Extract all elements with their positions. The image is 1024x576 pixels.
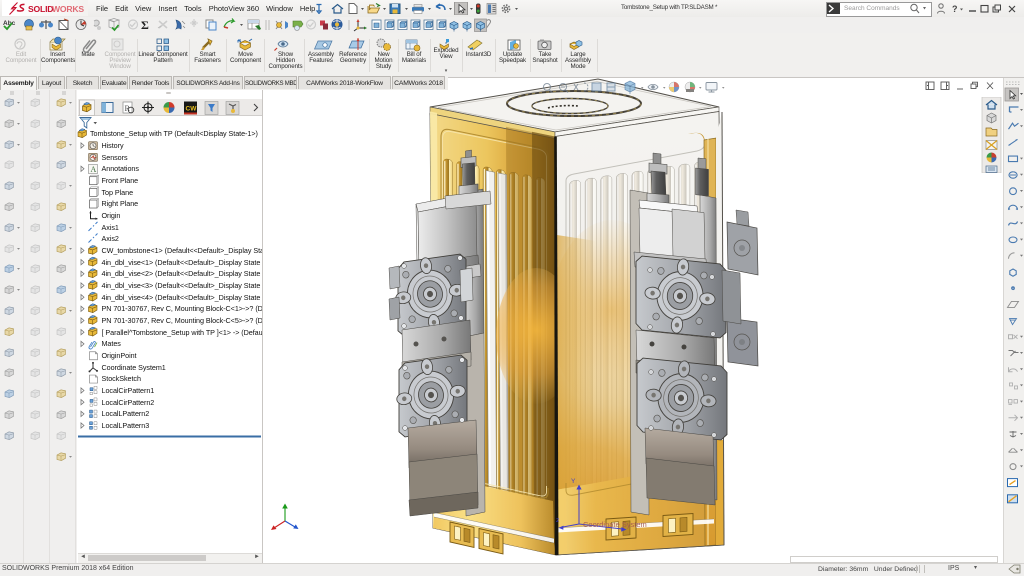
svg-text:A: A	[91, 165, 97, 174]
svg-text:Y: Y	[571, 478, 576, 485]
svg-text:Coordinate System: Coordinate System	[583, 520, 647, 529]
svg-text:?: ?	[952, 4, 958, 14]
svg-text:z: z	[556, 517, 559, 524]
